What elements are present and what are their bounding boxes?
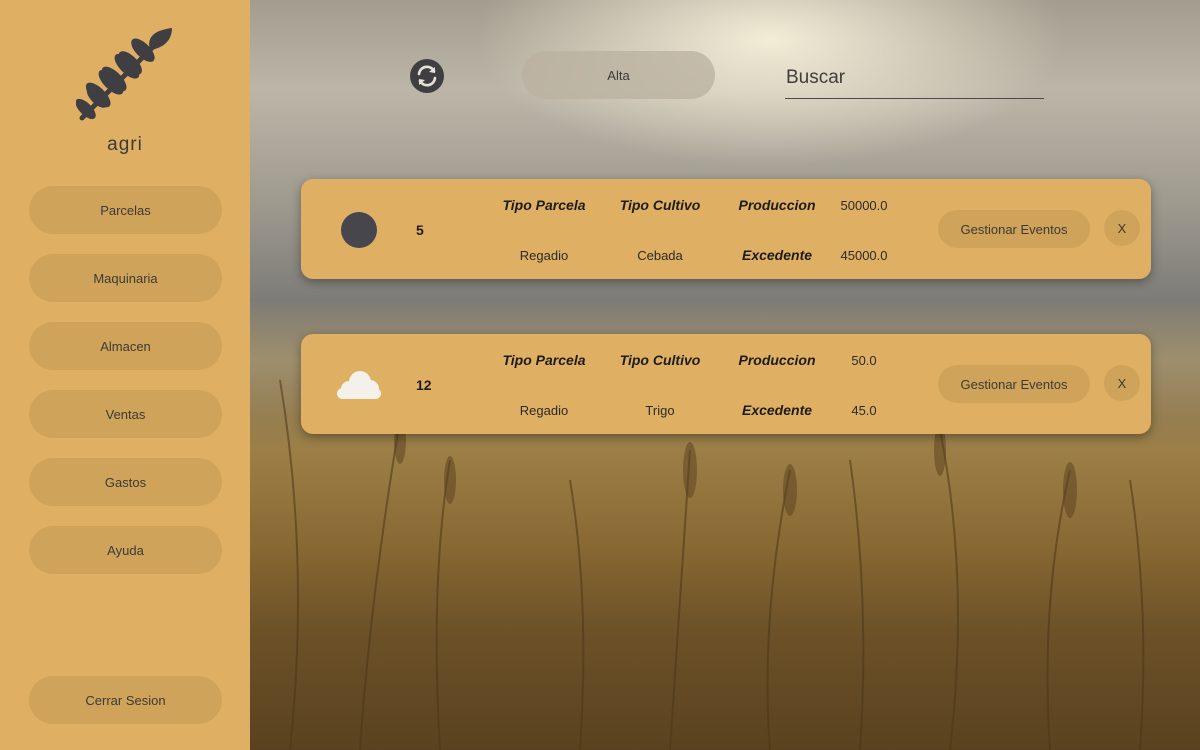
- tipo-cultivo-value: Trigo: [645, 403, 675, 418]
- search-input[interactable]: [785, 58, 1044, 99]
- delete-parcela-button[interactable]: X: [1104, 210, 1140, 246]
- sidebar-item-almacen[interactable]: Almacen: [29, 322, 222, 370]
- produccion-header: Produccion: [738, 197, 816, 213]
- excedente-header: Excedente: [741, 247, 813, 263]
- produccion-value: 50000.0: [840, 198, 888, 213]
- gestionar-eventos-button[interactable]: Gestionar Eventos: [938, 210, 1090, 248]
- tipo-cultivo-header: Tipo Cultivo: [619, 352, 701, 368]
- excedente-value: 45.0: [851, 403, 877, 418]
- brand-name: agri: [107, 134, 143, 155]
- parcela-id: 5: [416, 222, 424, 238]
- parcela-card: 5 Tipo Parcela Regadio Tipo Cultivo Ceba…: [301, 179, 1151, 279]
- refresh-icon[interactable]: [410, 59, 444, 93]
- alta-button[interactable]: Alta: [522, 51, 715, 99]
- logout-button[interactable]: Cerrar Sesion: [29, 676, 222, 724]
- parcela-id: 12: [416, 377, 432, 393]
- tipo-parcela-header: Tipo Parcela: [502, 352, 586, 368]
- tipo-parcela-value: Regadio: [519, 248, 569, 263]
- produccion-value: 50.0: [851, 353, 877, 368]
- sidebar-item-ayuda[interactable]: Ayuda: [29, 526, 222, 574]
- delete-parcela-button[interactable]: X: [1104, 365, 1140, 401]
- tipo-cultivo-value: Cebada: [637, 248, 683, 263]
- sidebar-item-ventas[interactable]: Ventas: [29, 390, 222, 438]
- gestionar-eventos-button[interactable]: Gestionar Eventos: [938, 365, 1090, 403]
- sidebar: agri Parcelas Maquinaria Almacen Ventas …: [0, 0, 250, 750]
- parcela-card: 12 Tipo Parcela Regadio Tipo Cultivo Tri…: [301, 334, 1151, 434]
- excedente-header: Excedente: [741, 402, 813, 418]
- excedente-value: 45000.0: [840, 248, 888, 263]
- tipo-parcela-header: Tipo Parcela: [502, 197, 586, 213]
- produccion-header: Produccion: [738, 352, 816, 368]
- sidebar-item-parcelas[interactable]: Parcelas: [29, 186, 222, 234]
- cloud-icon: [337, 371, 381, 399]
- sidebar-item-maquinaria[interactable]: Maquinaria: [29, 254, 222, 302]
- tipo-cultivo-header: Tipo Cultivo: [619, 197, 701, 213]
- wheat-icon: [76, 28, 172, 121]
- tipo-parcela-value: Regadio: [519, 403, 569, 418]
- moon-icon: [341, 212, 377, 248]
- sidebar-item-gastos[interactable]: Gastos: [29, 458, 222, 506]
